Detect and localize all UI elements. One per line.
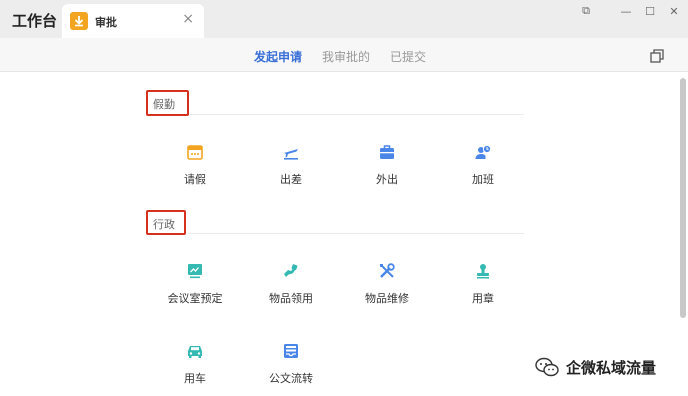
tab-initiate-request[interactable]: 发起申请 xyxy=(254,48,302,65)
minimize-icon[interactable]: — xyxy=(614,3,638,19)
tile-document-circulation[interactable]: 公文流转 xyxy=(246,342,336,386)
tile-label: 物品维修 xyxy=(365,292,409,305)
tile-item-repair[interactable]: 物品维修 xyxy=(342,262,432,306)
watermark: 企微私域流量 xyxy=(534,356,656,378)
download-icon xyxy=(70,12,88,30)
person-clock-icon xyxy=(474,143,492,161)
close-icon[interactable]: × xyxy=(182,11,194,27)
subnav: 发起申请 我审批的 已提交 xyxy=(0,38,688,72)
tools-icon xyxy=(378,262,396,280)
tile-business-trip[interactable]: 出差 xyxy=(246,143,336,187)
meeting-screen-icon xyxy=(186,262,204,280)
maximize-icon[interactable]: ☐ xyxy=(638,3,662,19)
section-title-admin: 行政 xyxy=(153,218,175,231)
tile-label: 外出 xyxy=(376,173,398,186)
tile-label: 请假 xyxy=(184,173,206,186)
section-title-leave: 假勤 xyxy=(153,98,175,111)
tile-label: 用车 xyxy=(184,372,206,385)
tile-label: 加班 xyxy=(472,173,494,186)
tile-item-requisition[interactable]: 物品领用 xyxy=(246,262,336,306)
restore-window-icon[interactable]: ⧉ xyxy=(574,3,598,19)
tile-go-out[interactable]: 外出 xyxy=(342,143,432,187)
wechat-logo-icon xyxy=(534,356,560,378)
tile-seal-use[interactable]: 用章 xyxy=(438,262,528,306)
inbox-icon xyxy=(282,342,300,360)
hand-receive-icon xyxy=(282,262,300,280)
tile-label: 公文流转 xyxy=(269,372,313,385)
stamp-icon xyxy=(474,262,492,280)
tile-label: 用章 xyxy=(472,292,494,305)
briefcase-icon xyxy=(378,143,396,161)
tab-submitted[interactable]: 已提交 xyxy=(390,48,426,65)
airplane-icon xyxy=(282,143,300,161)
tab-label: 审批 xyxy=(95,16,117,29)
tile-label: 会议室预定 xyxy=(167,292,223,305)
car-icon xyxy=(186,342,204,360)
tile-label: 出差 xyxy=(280,173,302,186)
window-close-icon[interactable]: ✕ xyxy=(662,3,686,19)
calendar-icon xyxy=(186,143,204,161)
tab-approval[interactable]: 审批 × xyxy=(62,4,204,38)
app-title: 工作台 xyxy=(12,12,58,30)
watermark-text: 企微私域流量 xyxy=(566,358,657,377)
tile-leave[interactable]: 请假 xyxy=(150,143,240,187)
section-divider xyxy=(190,114,524,115)
tile-label: 物品领用 xyxy=(269,292,313,305)
section-divider xyxy=(188,233,524,234)
popout-window-icon[interactable] xyxy=(650,48,664,63)
tile-meeting-room-booking[interactable]: 会议室预定 xyxy=(150,262,240,306)
vertical-scrollbar[interactable] xyxy=(680,78,686,318)
title-bar: 工作台 审批 × ⧉ — ☐ ✕ xyxy=(0,0,688,38)
tile-overtime[interactable]: 加班 xyxy=(438,143,528,187)
tab-my-approvals[interactable]: 我审批的 xyxy=(322,48,370,65)
tile-vehicle-use[interactable]: 用车 xyxy=(150,342,240,386)
